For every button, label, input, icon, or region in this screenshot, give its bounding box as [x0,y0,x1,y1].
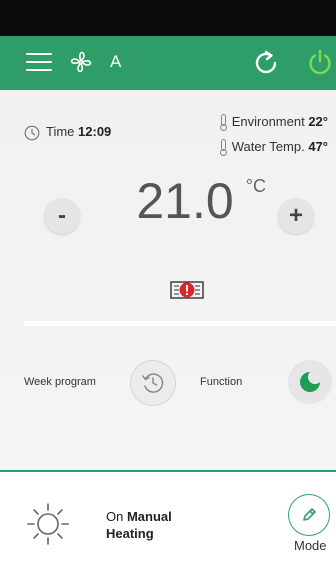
fan-speed-letter: A [110,52,122,71]
pencil-icon [299,505,319,530]
status-mode-name: Manual [126,509,172,524]
status-activity: Heating [106,526,154,541]
menu-icon[interactable] [26,51,52,73]
decrease-temperature-button[interactable]: - [44,198,80,234]
time-label: Time [46,124,75,139]
status-prefix: On [106,509,124,524]
thermometer-icon [219,114,227,132]
environment-value: 22° [308,114,328,129]
fan-icon[interactable] [68,49,94,75]
water-temp-label: Water Temp. [231,139,305,154]
divider [24,321,336,326]
top-bar: A [0,36,336,90]
setpoint-value: 21.0 [136,173,234,229]
operating-status: On Manual Heating [106,508,172,542]
moon-icon [299,371,321,398]
environment-row: Environment 22° [219,112,328,132]
alarm-icon[interactable] [170,278,204,302]
increase-temperature-button[interactable]: + [278,198,314,234]
environment-label: Environment [231,114,305,129]
status-bar [0,0,336,36]
water-temp-row: Water Temp. 47° [219,137,328,157]
thermometer-icon [219,139,227,157]
status-footer: On Manual Heating Mode [0,472,336,568]
power-icon[interactable] [306,49,334,77]
setpoint-display: 21.0 °C [110,172,266,230]
function-button[interactable] [288,360,332,404]
time-display: Time 12:09 [24,124,111,141]
water-temp-value: 47° [308,139,328,154]
temperature-readouts: Environment 22° Water Temp. 47° [219,112,328,162]
clock-icon [24,125,40,141]
main-panel: Time 12:09 Environment 22° Water Temp. 4… [0,90,336,472]
week-program-label: Week program [24,376,96,388]
clock-icon [141,371,165,400]
mode-button[interactable] [288,494,330,536]
sun-icon [26,502,70,546]
time-value: 12:09 [78,124,112,139]
setpoint-unit: °C [245,176,266,196]
refresh-icon[interactable] [252,49,280,77]
week-program-button[interactable] [130,360,176,406]
function-label: Function [200,376,243,388]
mode-label: Mode [294,538,327,553]
